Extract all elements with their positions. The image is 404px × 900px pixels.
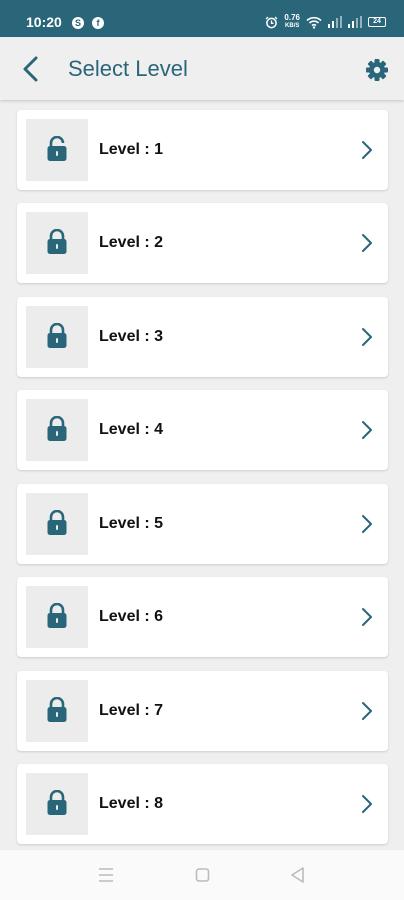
chevron-right-icon	[362, 421, 372, 439]
lock-tile	[26, 680, 88, 742]
level-label: Level : 1	[99, 141, 164, 158]
level-item-7[interactable]: Level : 7	[17, 671, 388, 751]
chevron-right-icon	[362, 328, 372, 346]
facebook-icon: f	[92, 17, 104, 29]
menu-icon[interactable]	[97, 865, 115, 885]
back-button[interactable]	[16, 53, 48, 85]
battery-icon: 24	[368, 17, 386, 27]
status-bar: 10:20 S f 0.76 KB/S 24	[0, 0, 404, 37]
chevron-right-icon	[362, 141, 372, 159]
lock-tile	[26, 493, 88, 555]
level-label: Level : 5	[99, 515, 164, 532]
level-item-8[interactable]: Level : 8	[17, 764, 388, 844]
home-square-icon[interactable]	[194, 865, 212, 885]
lock-icon	[47, 323, 67, 348]
page-title: Select Level	[68, 56, 188, 81]
lock-tile	[26, 773, 88, 835]
chevron-right-icon	[362, 515, 372, 533]
level-item-6[interactable]: Level : 6	[17, 577, 388, 657]
level-label: Level : 4	[99, 421, 164, 438]
back-triangle-icon[interactable]	[289, 865, 307, 885]
signal-icon	[328, 16, 342, 28]
chevron-right-icon	[362, 608, 372, 626]
level-label: Level : 6	[99, 608, 164, 625]
level-label: Level : 2	[99, 234, 164, 251]
lock-icon	[47, 416, 67, 441]
lock-icon	[47, 510, 67, 535]
lock-tile	[26, 586, 88, 648]
lock-icon	[47, 603, 67, 628]
chevron-right-icon	[362, 234, 372, 252]
lock-tile	[26, 306, 88, 368]
settings-button[interactable]	[361, 54, 393, 86]
lock-tile	[26, 212, 88, 274]
app-bar: Select Level	[0, 37, 404, 100]
chevron-right-icon	[362, 795, 372, 813]
lock-icon	[47, 136, 67, 161]
level-label: Level : 8	[99, 795, 164, 812]
skype-icon: S	[72, 17, 84, 29]
lock-icon	[47, 790, 67, 815]
status-icons: 0.76 KB/S 24	[265, 13, 386, 31]
level-item-2[interactable]: Level : 2	[17, 203, 388, 283]
level-item-5[interactable]: Level : 5	[17, 484, 388, 564]
alarm-icon	[265, 16, 278, 28]
system-nav-bar	[0, 850, 404, 900]
level-item-3[interactable]: Level : 3	[17, 297, 388, 377]
lock-tile	[26, 399, 88, 461]
level-label: Level : 3	[99, 328, 164, 345]
lock-tile	[26, 119, 88, 181]
level-list: Level : 1 Level : 2 Level : 3 Level : 4 …	[0, 100, 404, 850]
wifi-icon	[306, 16, 322, 29]
chevron-right-icon	[362, 702, 372, 720]
lock-icon	[47, 229, 67, 254]
level-item-4[interactable]: Level : 4	[17, 390, 388, 470]
lock-icon	[47, 697, 67, 722]
level-label: Level : 7	[99, 702, 164, 719]
gear-icon	[366, 59, 388, 81]
signal-icon	[348, 16, 362, 28]
level-item-1[interactable]: Level : 1	[17, 110, 388, 190]
chevron-left-icon	[23, 56, 38, 82]
status-time: 10:20	[26, 14, 62, 30]
network-speed: 0.76 KB/S	[284, 13, 300, 30]
